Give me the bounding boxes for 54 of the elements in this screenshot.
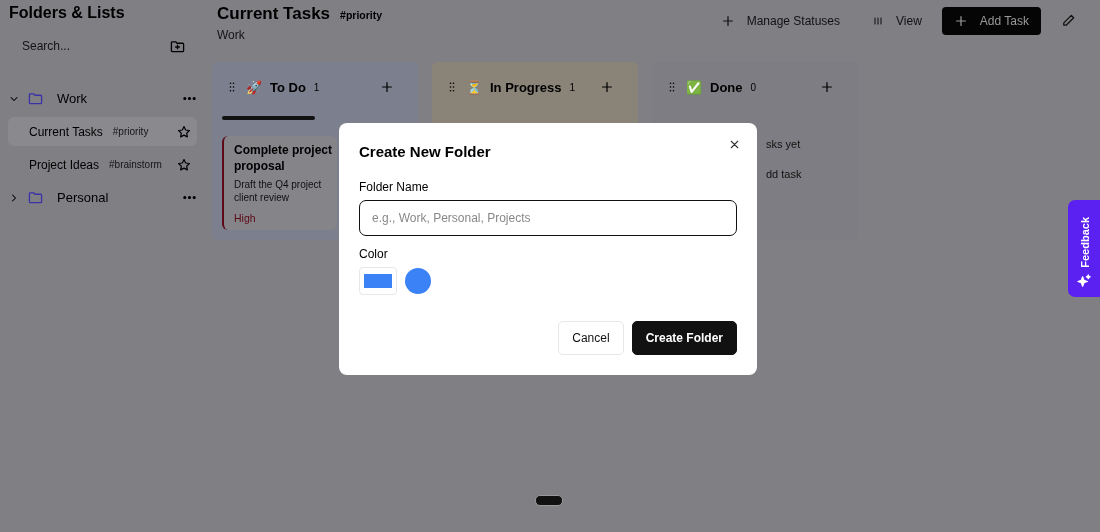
plus-icon (820, 80, 834, 94)
sparkle-icon (1076, 274, 1092, 289)
add-task-link[interactable]: dd task (766, 168, 848, 180)
cancel-button[interactable]: Cancel (558, 321, 624, 355)
status-emoji: ⏳ (466, 79, 482, 95)
folder-name-field[interactable]: e.g., Work, Personal, Projects (359, 200, 737, 236)
empty-message: sks yet (766, 138, 802, 150)
open-folder-icon (28, 91, 43, 106)
folder-name[interactable]: Personal (57, 190, 174, 205)
toolbar-button[interactable]: View (860, 6, 934, 35)
toolbar-button[interactable]: Add Task (941, 6, 1041, 35)
task-card[interactable]: Complete project proposal Draft the Q4 project client review High (222, 136, 337, 230)
task-count: 1 (313, 81, 321, 93)
dialog-title: Create New Folder (359, 143, 492, 160)
column-title: In Progress (490, 79, 562, 95)
add-button[interactable] (380, 80, 394, 94)
column-title: Done (710, 79, 743, 95)
status-emoji: 🚀 (246, 79, 262, 95)
plus-icon (953, 13, 968, 28)
list-tag: #priority (340, 9, 383, 21)
status-emoji: ✅ (686, 79, 702, 95)
pencil-icon (1061, 13, 1076, 28)
plus-icon (600, 80, 614, 94)
add-button[interactable] (600, 80, 614, 94)
color-picker[interactable] (359, 267, 397, 295)
sidebar-title: Folders & Lists (9, 4, 126, 22)
task-count: 1 (569, 81, 577, 93)
feedback-tab[interactable]: Feedback (1068, 200, 1100, 297)
task-title: Complete project proposal (234, 142, 333, 174)
plus-icon (380, 80, 394, 94)
add-button[interactable] (820, 80, 834, 94)
field-label: Color (359, 247, 389, 261)
search-field[interactable]: Search... (20, 38, 144, 54)
list-item[interactable]: Project Ideas #brainstorm (8, 150, 197, 179)
folder-name[interactable]: Work (57, 91, 174, 106)
close-icon (728, 138, 741, 151)
page-title: Current Tasks (217, 4, 331, 23)
folder-icon (28, 190, 43, 205)
task-description: Draft the Q4 project client review (234, 178, 323, 204)
color-swatch[interactable] (405, 268, 431, 294)
toolbar-button[interactable]: Manage Statuses (708, 6, 853, 35)
create-button[interactable]: Create Folder (631, 321, 737, 355)
priority-label: High (234, 212, 257, 224)
task-count: 0 (750, 81, 758, 93)
field-label: Folder Name (359, 180, 430, 194)
plus-icon (720, 13, 735, 28)
drag-handle[interactable] (535, 495, 563, 506)
column-title: To Do (270, 79, 306, 95)
star-icon (177, 157, 191, 172)
list-item[interactable]: Current Tasks #priority (8, 117, 197, 146)
star-icon (177, 124, 191, 139)
folder-subtitle: Work (217, 28, 246, 42)
folder-plus-icon (170, 38, 185, 54)
new-folder-button[interactable] (170, 38, 185, 54)
